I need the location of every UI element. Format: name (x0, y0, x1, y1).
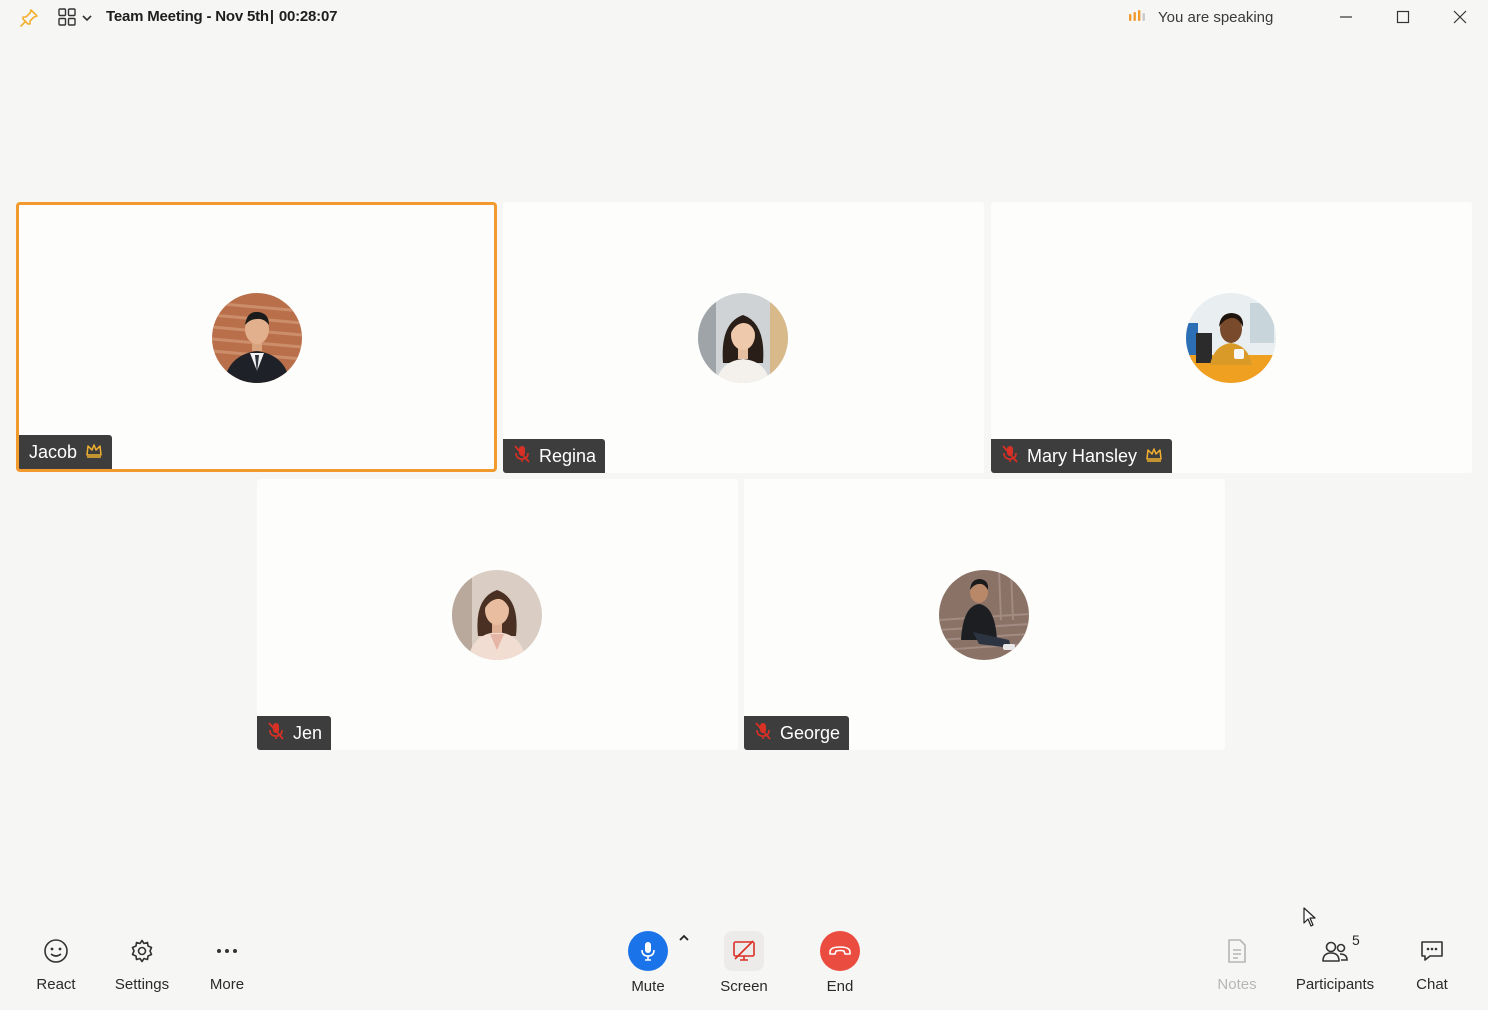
settings-label: Settings (114, 976, 170, 993)
notes-button[interactable]: Notes (1212, 938, 1262, 993)
participant-nametag: Jacob (19, 435, 113, 469)
participant-name: Mary Hansley (1027, 445, 1138, 466)
speaking-status-text: You are speaking (1158, 8, 1274, 26)
grid-layout-icon (57, 7, 77, 32)
end-button-circle (820, 931, 860, 971)
maximize-button[interactable] (1383, 4, 1423, 30)
participant-nametag: Mary Hansley (991, 439, 1173, 473)
mic-muted-icon (513, 444, 531, 469)
screen-share-button[interactable]: Screen (716, 931, 772, 995)
participant-nametag: Jen (257, 716, 332, 750)
close-icon (1453, 10, 1467, 24)
avatar (452, 570, 542, 660)
avatar (212, 293, 302, 383)
audio-options-caret[interactable] (677, 931, 691, 949)
participants-button[interactable]: Participants (1290, 938, 1380, 993)
meeting-window: Team Meeting - Nov 5th| 00:28:07 You are… (0, 0, 1488, 1010)
participant-tile-jacob[interactable]: Jacob (16, 202, 497, 472)
gear-icon (129, 938, 155, 968)
settings-button[interactable]: Settings (110, 938, 174, 993)
notes-icon (1225, 938, 1249, 968)
chat-icon (1419, 938, 1445, 968)
participant-nametag: Regina (503, 439, 606, 473)
meeting-name: Team Meeting - Nov 5th (106, 8, 269, 25)
react-label: React (36, 976, 76, 993)
more-dots-icon (214, 938, 240, 968)
screen-share-off-icon (733, 940, 755, 961)
microphone-icon (641, 942, 655, 961)
title-bar: Team Meeting - Nov 5th| 00:28:07 You are… (0, 0, 1488, 36)
meeting-timer: 00:28:07 (278, 8, 338, 25)
end-call-button[interactable]: End (818, 931, 862, 995)
maximize-icon (1396, 10, 1410, 24)
chevron-down-icon (81, 11, 93, 29)
meeting-title: Team Meeting - Nov 5th| 00:28:07 (106, 8, 337, 25)
screen-label: Screen (720, 978, 768, 995)
smiley-icon (43, 938, 69, 968)
participant-name: Jen (293, 722, 323, 743)
mute-label: Mute (631, 978, 665, 995)
mouse-cursor-icon (1303, 907, 1317, 932)
mic-muted-icon (1001, 444, 1019, 469)
participant-tile-regina[interactable]: Regina (503, 202, 984, 473)
avatar (1186, 293, 1276, 383)
title-separator: | (269, 8, 274, 25)
more-label: More (209, 976, 245, 993)
mute-button[interactable]: Mute (624, 931, 672, 995)
caret-up-icon (679, 934, 689, 941)
layout-switcher-button[interactable] (57, 7, 93, 32)
participant-name: George (780, 722, 841, 743)
minimize-button[interactable] (1326, 4, 1366, 30)
participant-tile-george[interactable]: George (744, 479, 1225, 750)
participant-nametag: George (744, 716, 850, 750)
mic-button-circle (628, 931, 668, 971)
minimize-icon (1340, 16, 1352, 18)
participant-tile-jen[interactable]: Jen (257, 479, 738, 750)
end-label: End (826, 978, 854, 995)
crown-icon (85, 442, 103, 463)
participants-count-badge: 5 (1352, 932, 1360, 948)
mic-muted-icon (267, 721, 285, 746)
speaking-indicator: You are speaking (1128, 8, 1273, 26)
participants-icon (1321, 938, 1349, 968)
chat-button[interactable]: Chat (1410, 938, 1454, 993)
notes-label: Notes (1217, 976, 1257, 993)
participant-name: Regina (539, 445, 597, 466)
participants-label: Participants (1295, 976, 1375, 993)
more-button[interactable]: More (202, 938, 252, 993)
pin-icon[interactable] (18, 7, 40, 34)
crown-icon (1145, 446, 1163, 467)
mic-muted-icon (754, 721, 772, 746)
react-button[interactable]: React (30, 938, 82, 993)
participant-name: Jacob (29, 441, 78, 462)
avatar (698, 293, 788, 383)
screen-button-bg (724, 931, 764, 971)
hang-up-icon (829, 946, 851, 955)
chat-label: Chat (1416, 976, 1448, 993)
participant-tile-mary-hansley[interactable]: Mary Hansley (991, 202, 1472, 473)
audio-level-icon (1128, 8, 1148, 26)
avatar (939, 570, 1029, 660)
close-window-button[interactable] (1440, 4, 1480, 30)
